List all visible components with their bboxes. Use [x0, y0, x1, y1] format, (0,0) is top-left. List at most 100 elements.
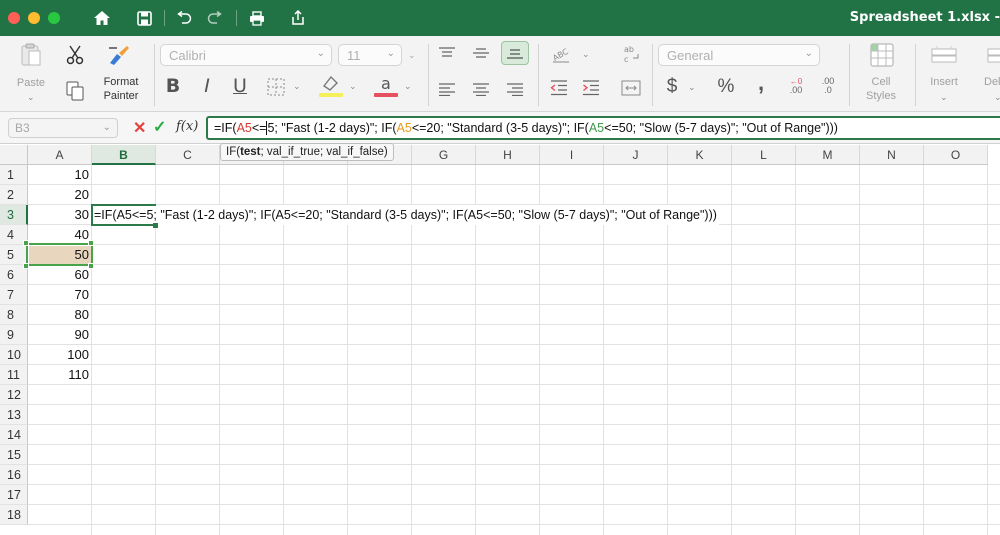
home-icon[interactable] — [92, 8, 112, 28]
tooltip-active-arg[interactable]: test — [240, 146, 260, 158]
close-window-button[interactable] — [8, 12, 20, 24]
underline-button[interactable]: U — [229, 74, 251, 98]
orientation-icon[interactable]: ABC — [548, 42, 574, 66]
row-header-2[interactable]: 2 — [0, 185, 28, 205]
bold-button[interactable]: B — [162, 74, 184, 98]
currency-format-button[interactable]: $ — [662, 74, 682, 98]
cell-a10[interactable]: 100 — [28, 345, 91, 365]
comma-style-button[interactable]: , — [752, 70, 770, 94]
delete-label[interactable]: Del — [984, 76, 1000, 89]
font-name-combobox[interactable]: Calibri ⌄ — [160, 44, 332, 66]
row-header-12[interactable]: 12 — [0, 385, 28, 405]
percent-format-button[interactable]: % — [714, 74, 738, 98]
row-header-7[interactable]: 7 — [0, 285, 28, 305]
undo-icon[interactable] — [174, 8, 194, 28]
chevron-down-icon[interactable]: ⌄ — [349, 81, 357, 92]
chevron-down-icon[interactable]: ⌄ — [688, 82, 696, 93]
column-header-m[interactable]: M — [796, 145, 860, 165]
paste-icon[interactable] — [18, 42, 44, 68]
confirm-formula-icon[interactable]: ✓ — [153, 117, 166, 137]
column-header-h[interactable]: H — [476, 145, 540, 165]
number-format-combobox[interactable]: General ⌄ — [658, 44, 820, 66]
align-right-icon[interactable] — [504, 80, 526, 98]
font-color-icon[interactable]: a — [372, 74, 400, 98]
paste-button-label[interactable]: Paste — [10, 76, 52, 90]
row-header-14[interactable]: 14 — [0, 425, 28, 445]
format-painter-label[interactable]: Format — [96, 76, 146, 89]
merge-cells-icon[interactable] — [620, 78, 642, 98]
chevron-down-icon[interactable]: ⌄ — [994, 92, 1000, 103]
column-header-c[interactable]: C — [156, 145, 220, 165]
borders-icon[interactable] — [264, 76, 288, 98]
range-resize-handle[interactable] — [23, 240, 29, 246]
chevron-down-icon[interactable]: ⌄ — [404, 81, 412, 92]
cell-a1[interactable]: 10 — [28, 165, 91, 185]
cut-icon[interactable] — [64, 44, 86, 66]
chevron-down-icon[interactable]: ⌄ — [103, 119, 111, 137]
chevron-down-icon[interactable]: ⌄ — [940, 92, 948, 103]
save-icon[interactable] — [134, 8, 154, 28]
column-header-k[interactable]: K — [668, 145, 732, 165]
minimize-window-button[interactable] — [28, 12, 40, 24]
column-header-l[interactable]: L — [732, 145, 796, 165]
redo-icon[interactable] — [205, 8, 225, 28]
column-header-n[interactable]: N — [860, 145, 924, 165]
format-painter-label-2[interactable]: Painter — [96, 90, 146, 103]
row-header-11[interactable]: 11 — [0, 365, 28, 385]
delete-cells-icon[interactable] — [986, 44, 1000, 66]
chevron-down-icon[interactable]: ⌄ — [293, 81, 301, 92]
format-painter-icon[interactable] — [106, 42, 132, 68]
italic-button[interactable]: I — [196, 74, 218, 98]
increase-indent-icon[interactable] — [580, 78, 602, 98]
chevron-down-icon[interactable]: ⌄ — [582, 49, 590, 60]
insert-cells-icon[interactable] — [930, 44, 958, 66]
range-resize-handle[interactable] — [88, 240, 94, 246]
cell-styles-label-2[interactable]: Styles — [856, 90, 906, 103]
spreadsheet-grid[interactable]: ABCDEFGHIJKLMNO1234567891011121314151617… — [0, 145, 1000, 535]
increase-decimal-button[interactable]: ←0 .00 — [784, 74, 808, 98]
row-header-10[interactable]: 10 — [0, 345, 28, 365]
row-header-18[interactable]: 18 — [0, 505, 28, 525]
reference-range-border[interactable] — [26, 243, 93, 266]
align-bottom-button[interactable] — [501, 41, 529, 65]
chevron-down-icon[interactable]: ⌄ — [408, 50, 416, 61]
print-icon[interactable] — [247, 8, 267, 28]
formula-input[interactable]: =IF(A5<=5; "Fast (1-2 days)"; IF(A5<=20;… — [206, 116, 1000, 140]
chevron-down-icon[interactable]: ⌄ — [27, 92, 35, 103]
row-header-3[interactable]: 3 — [0, 205, 28, 225]
range-resize-handle[interactable] — [88, 263, 94, 269]
cell-styles-icon[interactable] — [868, 42, 896, 68]
cell-a11[interactable]: 110 — [28, 365, 91, 385]
row-header-5[interactable]: 5 — [0, 245, 28, 265]
cell-a3[interactable]: 30 — [28, 205, 91, 225]
align-top-icon[interactable] — [436, 44, 458, 62]
decrease-decimal-button[interactable]: .00 .0 — [816, 74, 840, 98]
zoom-window-button[interactable] — [48, 12, 60, 24]
column-header-g[interactable]: G — [412, 145, 476, 165]
row-header-13[interactable]: 13 — [0, 405, 28, 425]
chevron-down-icon[interactable]: ⌄ — [387, 48, 395, 59]
cancel-formula-icon[interactable]: ✕ — [133, 118, 146, 138]
cell-a9[interactable]: 90 — [28, 325, 91, 345]
column-header-j[interactable]: J — [604, 145, 668, 165]
row-header-15[interactable]: 15 — [0, 445, 28, 465]
font-size-combobox[interactable]: 11 ⌄ — [338, 44, 402, 66]
cell-a7[interactable]: 70 — [28, 285, 91, 305]
wrap-text-icon[interactable]: ab c — [620, 42, 644, 66]
row-header-8[interactable]: 8 — [0, 305, 28, 325]
row-header-9[interactable]: 9 — [0, 325, 28, 345]
align-middle-icon[interactable] — [470, 44, 492, 62]
chevron-down-icon[interactable]: ⌄ — [805, 48, 813, 59]
decrease-indent-icon[interactable] — [548, 78, 570, 98]
cell-a2[interactable]: 20 — [28, 185, 91, 205]
column-header-o[interactable]: O — [924, 145, 988, 165]
column-header-b[interactable]: B — [92, 145, 156, 165]
fill-handle[interactable] — [153, 223, 158, 228]
row-header-1[interactable]: 1 — [0, 165, 28, 185]
share-icon[interactable] — [288, 8, 308, 28]
cell-a6[interactable]: 60 — [28, 265, 91, 285]
column-header-a[interactable]: A — [28, 145, 92, 165]
row-header-17[interactable]: 17 — [0, 485, 28, 505]
name-box[interactable]: B3 ⌄ — [8, 118, 118, 138]
insert-label[interactable]: Insert — [922, 76, 966, 89]
